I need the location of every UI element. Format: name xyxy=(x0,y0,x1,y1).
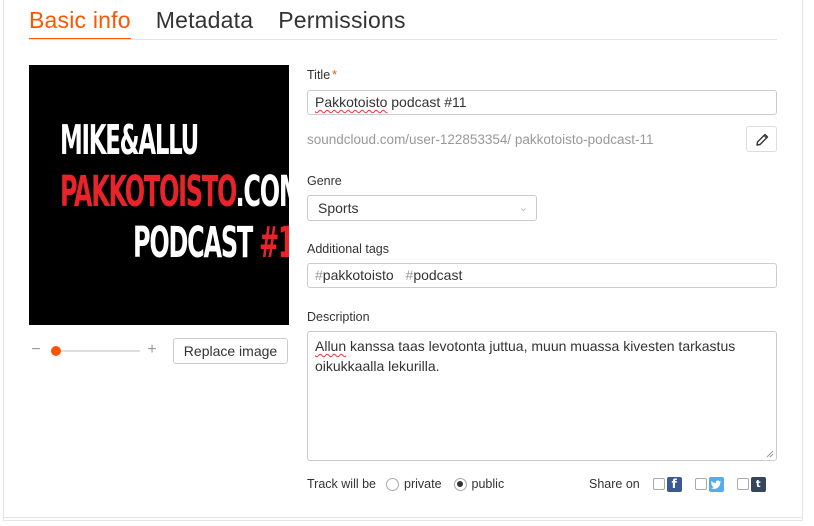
description-label: Description xyxy=(307,310,370,324)
zoom-out-icon[interactable]: − xyxy=(30,341,42,359)
tab-bar: Basic info Metadata Permissions xyxy=(29,0,431,40)
chevron-down-icon: ⌄ xyxy=(518,202,528,214)
pencil-icon xyxy=(756,133,769,146)
radio-private[interactable] xyxy=(386,477,399,491)
edit-permalink-button[interactable] xyxy=(746,126,777,152)
description-textarea[interactable]: Allun kanssa taas levotonta juttua, muun… xyxy=(307,331,777,461)
facebook-icon: f xyxy=(666,476,682,492)
tag-chip[interactable]: #pakkotoisto xyxy=(315,267,394,283)
share-facebook[interactable]: f xyxy=(652,476,682,492)
share-label: Share on xyxy=(589,477,640,491)
replace-image-button[interactable]: Replace image xyxy=(173,338,288,364)
title-input[interactable]: Pakkotoisto podcast #11 xyxy=(307,90,777,115)
artwork-line-3: PODCAST #11 xyxy=(133,218,289,268)
privacy-option-private[interactable]: private xyxy=(386,477,442,491)
share-twitter-checkbox[interactable] xyxy=(694,478,707,490)
tab-metadata[interactable]: Metadata xyxy=(156,0,254,40)
tags-input[interactable]: #pakkotoisto #podcast xyxy=(307,263,777,288)
track-artwork[interactable]: MIKE&ALLU PAKKOTOISTO.COM PODCAST #11 xyxy=(29,65,289,325)
tumblr-icon: t xyxy=(750,476,766,492)
tab-basic-info[interactable]: Basic info xyxy=(29,0,131,40)
share-tumblr[interactable]: t xyxy=(736,476,766,492)
artwork-line-1: MIKE&ALLU xyxy=(60,116,199,164)
zoom-slider-track[interactable] xyxy=(51,350,140,352)
resize-grip-icon[interactable] xyxy=(766,450,774,458)
tabs-divider xyxy=(29,39,777,40)
share-on-selector: Share on f t xyxy=(589,476,766,492)
tab-permissions[interactable]: Permissions xyxy=(278,0,405,40)
tag-chip[interactable]: #podcast xyxy=(406,267,463,283)
genre-label: Genre xyxy=(307,174,342,188)
tags-label: Additional tags xyxy=(307,242,390,256)
title-label: Title * xyxy=(307,68,338,82)
zoom-in-icon[interactable]: + xyxy=(145,341,159,359)
radio-public[interactable] xyxy=(453,477,467,491)
genre-select[interactable]: Sports ⌄ xyxy=(307,195,537,221)
permalink-text: soundcloud.com/user-122853354/ pakkotois… xyxy=(307,132,654,147)
share-tumblr-checkbox[interactable] xyxy=(736,478,749,490)
privacy-option-public[interactable]: public xyxy=(453,477,504,491)
required-marker: * xyxy=(332,68,338,82)
share-facebook-checkbox[interactable] xyxy=(652,478,665,490)
privacy-selector: Track will be private public xyxy=(307,476,506,492)
privacy-label: Track will be xyxy=(307,477,376,491)
panel-bottom-border xyxy=(3,517,803,518)
twitter-icon xyxy=(708,476,724,492)
artwork-line-2: PAKKOTOISTO.COM xyxy=(60,167,289,217)
zoom-slider-handle[interactable] xyxy=(51,346,61,356)
share-twitter[interactable] xyxy=(694,476,724,492)
